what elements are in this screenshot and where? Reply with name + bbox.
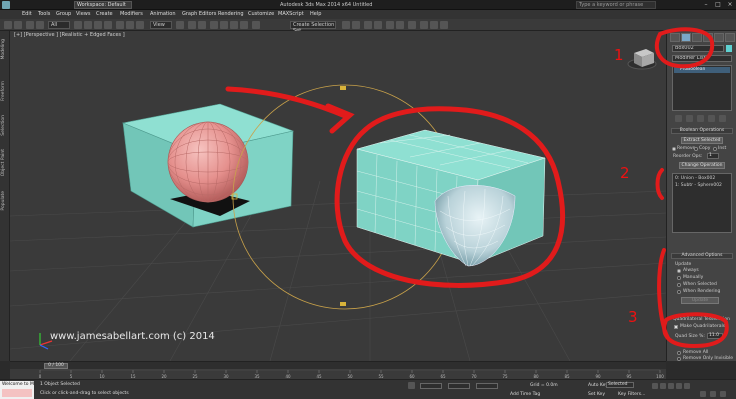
curve-editor-icon[interactable] <box>386 21 394 29</box>
watermark-text: www.jamesabellart.com (c) 2014 <box>50 331 215 342</box>
next-frame-icon[interactable] <box>676 383 682 389</box>
lock-selection-icon[interactable] <box>408 382 415 389</box>
prev-frame-icon[interactable] <box>660 383 666 389</box>
rendered-frame-icon[interactable] <box>430 21 438 29</box>
close-icon[interactable]: × <box>724 1 736 9</box>
grid-readout: Grid = 0.0m <box>530 383 558 388</box>
track-ticks: 0 5 10 15 20 25 30 35 40 45 50 55 60 65 70 75 80 85 90 95 10… <box>39 369 664 379</box>
time-slider[interactable]: 0 / 100 <box>10 361 666 369</box>
rotate-icon[interactable] <box>126 21 134 29</box>
menu-graph-editors[interactable]: Graph Editors <box>182 11 216 17</box>
tab-selection[interactable]: Selection <box>1 115 9 136</box>
render-production-icon[interactable] <box>440 21 448 29</box>
select-manipulate-icon[interactable] <box>188 21 196 29</box>
title-bar: Workspace: Default Autodesk 3ds Max 2014… <box>0 0 736 10</box>
rect-select-icon[interactable] <box>94 21 102 29</box>
redo-icon[interactable] <box>14 21 22 29</box>
menu-maxscript[interactable]: MAXScript <box>278 11 304 17</box>
workspace-dropdown[interactable]: Workspace: Default <box>74 1 132 9</box>
schematic-view-icon[interactable] <box>396 21 404 29</box>
select-object-icon[interactable] <box>74 21 82 29</box>
z-coordinate-field[interactable] <box>476 383 498 389</box>
status-bar: 1 Object Selected Click or click-and-dra… <box>0 379 736 399</box>
menu-modifiers[interactable]: Modifiers <box>120 11 143 17</box>
menu-tools[interactable]: Tools <box>38 11 50 17</box>
edit-named-selection-icon[interactable] <box>252 21 260 29</box>
play-icon[interactable] <box>668 383 674 389</box>
material-editor-icon[interactable] <box>408 21 416 29</box>
named-selection-set-dropdown[interactable]: Create Selection Set <box>290 21 336 34</box>
align-icon[interactable] <box>352 21 360 29</box>
key-filters-button[interactable]: Key Filters... <box>618 392 645 397</box>
maxscript-output[interactable] <box>2 389 32 397</box>
snap-icon[interactable] <box>210 21 218 29</box>
render-setup-icon[interactable] <box>420 21 428 29</box>
window-title: Autodesk 3ds Max 2014 x64 Untitled <box>280 2 373 8</box>
menu-group[interactable]: Group <box>56 11 71 17</box>
menu-bar: Edit Tools Group Views Create Modifiers … <box>0 10 736 19</box>
app-logo-icon[interactable] <box>2 1 10 9</box>
go-to-start-icon[interactable] <box>652 383 658 389</box>
sphere-object[interactable] <box>167 121 249 203</box>
annotation-number-3: 3 <box>628 308 638 326</box>
menu-views[interactable]: Views <box>76 11 90 17</box>
proboolean-result-box[interactable] <box>356 129 546 267</box>
perspective-viewport[interactable]: [+] [Perspective ] [Realistic + Edged Fa… <box>10 31 666 361</box>
selection-filter-dropdown[interactable]: All <box>48 21 70 29</box>
pivot-icon[interactable] <box>176 21 184 29</box>
angle-snap-icon[interactable] <box>220 21 228 29</box>
reference-coordinate-dropdown[interactable]: View <box>150 21 172 29</box>
link-icon[interactable] <box>26 21 34 29</box>
maxscript-label: Welcome to M <box>2 382 34 387</box>
prompt-line: Click or click-and-drag to select object… <box>40 391 129 396</box>
undo-icon[interactable] <box>4 21 12 29</box>
maxscript-listener[interactable]: Welcome to M <box>0 381 34 399</box>
orbit-icon[interactable] <box>720 391 726 397</box>
annotation-number-1: 1 <box>614 46 624 64</box>
mirror-icon[interactable] <box>342 21 350 29</box>
unlink-icon[interactable] <box>36 21 44 29</box>
search-input[interactable]: Type a keyword or phrase <box>576 1 656 9</box>
tab-populate[interactable]: Populate <box>1 191 9 211</box>
zoom-icon[interactable] <box>700 391 706 397</box>
go-to-end-icon[interactable] <box>684 383 690 389</box>
spinner-snap-icon[interactable] <box>240 21 248 29</box>
scale-icon[interactable] <box>136 21 144 29</box>
tab-freeform[interactable]: Freeform <box>1 81 9 101</box>
percent-snap-icon[interactable] <box>230 21 238 29</box>
minimize-icon[interactable]: – <box>700 1 712 9</box>
viewport-label[interactable]: [+] [Perspective ] [Realistic + Edged Fa… <box>14 32 125 38</box>
keyboard-shortcut-icon[interactable] <box>198 21 206 29</box>
menu-edit[interactable]: Edit <box>22 11 32 17</box>
maximize-icon[interactable]: □ <box>712 1 724 9</box>
window-crossing-icon[interactable] <box>104 21 112 29</box>
track-bar[interactable]: 0 5 10 15 20 25 30 35 40 45 50 55 60 65 70 75 80 85 90 95 10… <box>10 369 666 379</box>
graphite-ribbon-icon[interactable] <box>374 21 382 29</box>
viewport-scene <box>10 49 666 361</box>
menu-create[interactable]: Create <box>96 11 113 17</box>
set-key-label[interactable]: Set Key <box>588 392 605 397</box>
tab-object-paint[interactable]: Object Paint <box>1 149 9 176</box>
menu-animation[interactable]: Animation <box>150 11 176 17</box>
key-mode-dropdown[interactable]: Selected <box>606 382 634 388</box>
y-coordinate-field[interactable] <box>448 383 470 389</box>
layer-manager-icon[interactable] <box>364 21 372 29</box>
tab-modeling[interactable]: Modeling <box>1 39 9 59</box>
x-coordinate-field[interactable] <box>420 383 442 389</box>
selection-status: 1 Object Selected <box>40 382 80 387</box>
menu-help[interactable]: Help <box>310 11 321 17</box>
pan-icon[interactable] <box>710 391 716 397</box>
add-time-tag[interactable]: Add Time Tag <box>510 392 540 397</box>
select-by-name-icon[interactable] <box>84 21 92 29</box>
menu-customize[interactable]: Customize <box>248 11 274 17</box>
move-icon[interactable] <box>116 21 124 29</box>
annotation-number-2: 2 <box>620 164 630 182</box>
menu-rendering[interactable]: Rendering <box>218 11 244 17</box>
graphite-left-strip: Modeling Freeform Selection Object Paint… <box>0 31 10 361</box>
panel-annotations <box>654 27 729 349</box>
